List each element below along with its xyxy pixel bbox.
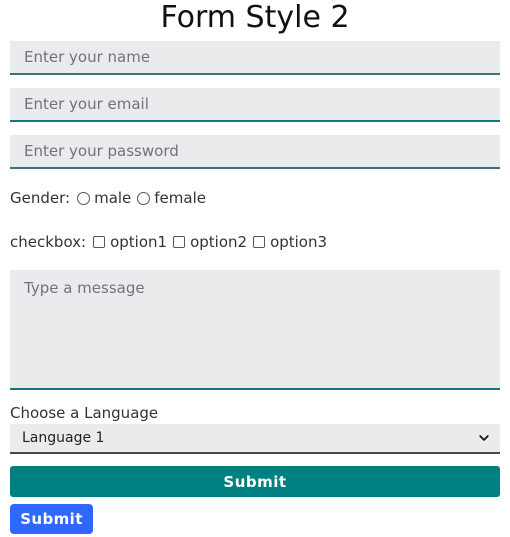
- gender-label: Gender:: [10, 189, 71, 207]
- option1-checkbox[interactable]: [93, 236, 106, 248]
- name-input[interactable]: [10, 41, 500, 75]
- email-input[interactable]: [10, 88, 500, 122]
- chevron-down-icon: [478, 432, 490, 444]
- checkbox-group: checkbox: option1 option2 option3: [10, 230, 500, 254]
- option2-checkbox[interactable]: [173, 236, 186, 248]
- page-title: Form Style 2: [160, 0, 350, 35]
- option2-label[interactable]: option2: [190, 233, 247, 251]
- language-select[interactable]: Language 1: [10, 424, 500, 454]
- option3-checkbox[interactable]: [253, 236, 266, 248]
- female-label[interactable]: female: [154, 189, 206, 207]
- gender-group: Gender: male female: [10, 186, 500, 210]
- male-label[interactable]: male: [94, 189, 131, 207]
- option3-label[interactable]: option3: [270, 233, 327, 251]
- message-textarea[interactable]: [10, 270, 500, 390]
- form-submit-button[interactable]: Submit: [10, 466, 500, 497]
- language-label: Choose a Language: [10, 404, 159, 422]
- checkbox-group-label: checkbox:: [10, 233, 87, 251]
- password-input[interactable]: [10, 135, 500, 169]
- female-radio[interactable]: [137, 191, 151, 205]
- form-page: Form Style 2 Gender: male female checkbo…: [10, 0, 500, 534]
- selected-language: Language 1: [22, 430, 105, 446]
- submit-button[interactable]: Submit: [10, 504, 93, 534]
- male-radio[interactable]: [77, 191, 91, 205]
- option1-label[interactable]: option1: [110, 233, 167, 251]
- form-style-2: Gender: male female checkbox: option1 op…: [10, 41, 500, 497]
